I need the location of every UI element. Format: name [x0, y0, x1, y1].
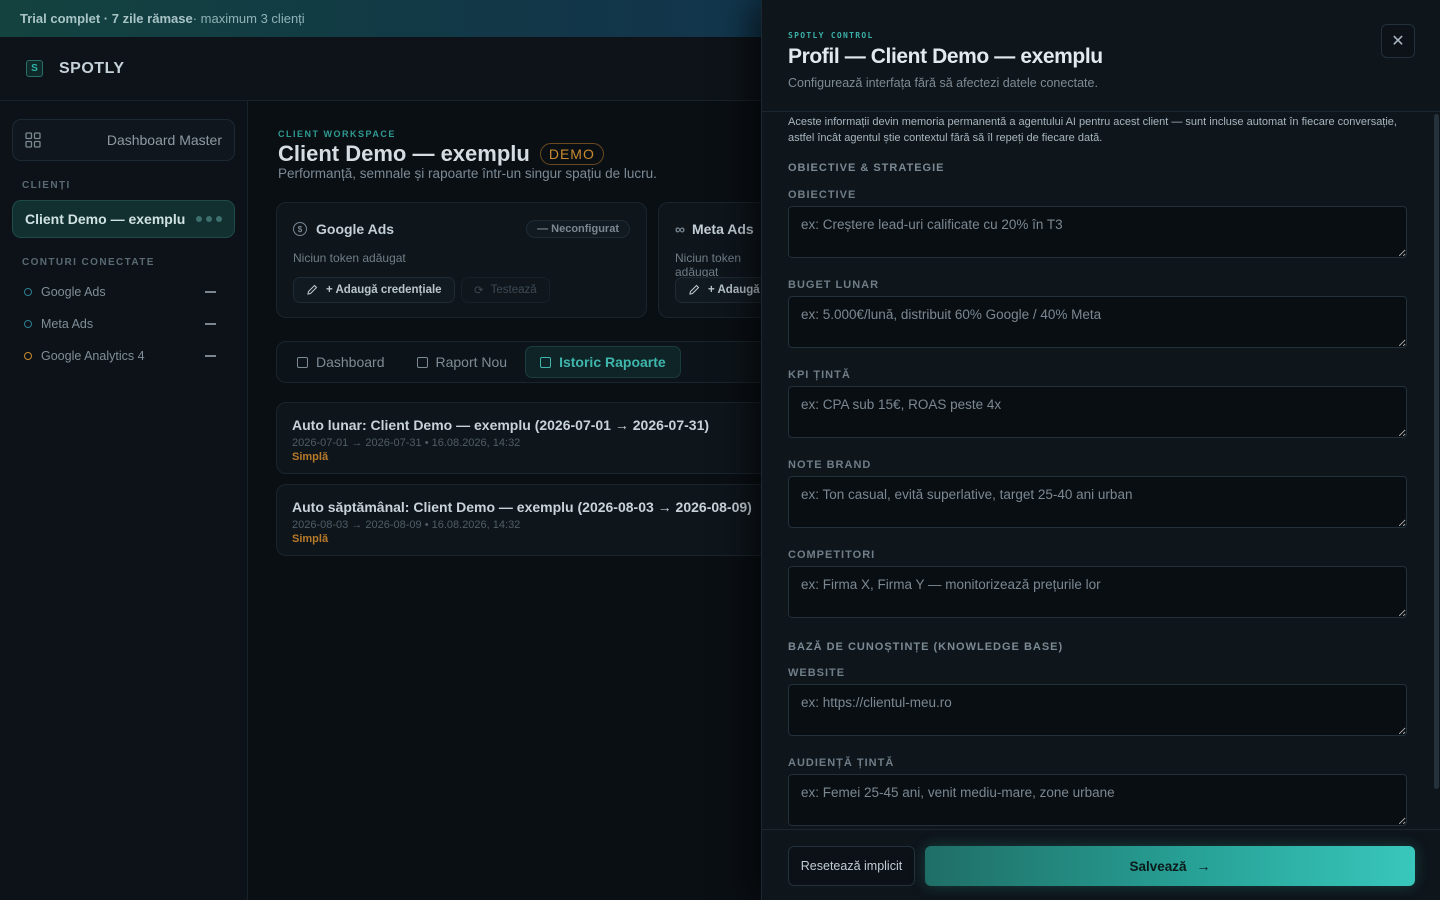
close-button[interactable]: ✕	[1381, 24, 1415, 58]
add-credentials-label: + Adaugă	[708, 284, 760, 296]
objectives-field[interactable]	[788, 206, 1407, 258]
report-title: Auto săptămânal: Client Demo — exemplu (…	[292, 499, 752, 515]
grid-icon	[25, 132, 41, 148]
tab-dashboard[interactable]: Dashboard	[283, 346, 399, 378]
account-label: Google Ads	[41, 285, 106, 299]
account-google-analytics[interactable]: Google Analytics 4	[24, 346, 216, 366]
archive-icon	[540, 356, 552, 368]
more-options-icon[interactable]	[196, 216, 222, 222]
drawer-subtitle: Configurează interfața fără să afectezi …	[788, 76, 1098, 90]
account-meta-ads[interactable]: Meta Ads	[24, 314, 216, 334]
document-icon	[416, 356, 428, 368]
card-header: ∞ Meta Ads	[675, 221, 754, 237]
account-label: Google Analytics 4	[41, 349, 145, 363]
logo-icon[interactable]: S	[26, 60, 43, 77]
report-type: Simplă	[292, 451, 329, 463]
workspace-title: Client Demo — exemplu	[278, 141, 530, 166]
status-badge: — Neconfigurat	[526, 220, 630, 238]
sidebar-item-client-demo[interactable]: Client Demo — exemplu	[12, 200, 235, 238]
arrow-right-icon: →	[1196, 858, 1211, 874]
trial-limit: · maximum 3 clienți	[192, 11, 305, 26]
meta-ads-card: ∞ Meta Ads Niciun token adăugat + Adaugă	[658, 202, 778, 318]
kpi-field[interactable]	[788, 386, 1407, 438]
status-dot-icon	[24, 320, 32, 328]
card-header: $ Google Ads	[293, 221, 394, 237]
dashboard-master-button[interactable]: Dashboard Master	[12, 119, 235, 161]
card-subtitle: Niciun token adăugat	[293, 251, 406, 265]
drawer-eyebrow: SPOTLY CONTROL	[788, 31, 874, 40]
profile-drawer: SPOTLY CONTROL Profil — Client Demo — ex…	[761, 0, 1440, 900]
google-ads-card: $ Google Ads — Neconfigurat Niciun token…	[276, 202, 647, 318]
tab-new-report[interactable]: Raport Nou	[403, 346, 522, 378]
save-label: Salvează	[1129, 858, 1187, 874]
competitors-label: COMPETITORI	[788, 549, 876, 561]
tab-label: Istoric Rapoarte	[559, 354, 666, 370]
budget-field[interactable]	[788, 296, 1407, 348]
add-credentials-button[interactable]: + Adaugă	[675, 277, 773, 303]
tab-label: Raport Nou	[435, 354, 508, 370]
objectives-label: OBIECTIVE	[788, 189, 857, 201]
save-button[interactable]: Salvează →	[925, 846, 1415, 886]
refresh-icon: ⟳	[474, 285, 484, 297]
client-name: Client Demo — exemplu	[25, 211, 186, 227]
add-credentials-button[interactable]: + Adaugă credențiale	[293, 277, 455, 303]
drawer-title: Profil — Client Demo — exemplu	[788, 45, 1103, 68]
website-label: WEBSITE	[788, 667, 846, 679]
kpi-label: KPI ȚINTĂ	[788, 369, 851, 381]
drawer-intro: Aceste informații devin memoria permanen…	[788, 116, 1397, 144]
disconnected-icon	[205, 355, 216, 357]
drawer-footer: Resetează implicit Salvează →	[762, 830, 1440, 900]
tab-report-history[interactable]: Istoric Rapoarte	[525, 346, 681, 378]
account-label: Meta Ads	[41, 317, 94, 331]
card-title: Meta Ads	[691, 221, 754, 237]
scrollbar[interactable]	[1434, 114, 1439, 789]
workspace-subtitle: Performanță, semnale și rapoarte într-un…	[278, 166, 657, 181]
status-dot-icon	[24, 288, 32, 296]
audience-label: AUDIENȚĂ ȚINTĂ	[788, 757, 895, 769]
infinity-icon: ∞	[675, 221, 685, 237]
status-dot-icon	[24, 352, 32, 360]
card-title: Google Ads	[316, 221, 395, 237]
page-title: Client Demo — exemplu DEMO	[278, 141, 604, 167]
audience-field[interactable]	[788, 774, 1407, 826]
pencil-icon	[689, 284, 700, 295]
disconnected-icon	[205, 323, 216, 325]
report-title: Auto lunar: Client Demo — exemplu (2026-…	[292, 417, 710, 433]
disconnected-icon	[205, 291, 216, 293]
report-meta: 2026-08-03 → 2026-08-09 • 16.08.2026, 14…	[292, 519, 521, 531]
grid-icon	[297, 356, 308, 368]
add-credentials-label: + Adaugă credențiale	[326, 284, 442, 296]
account-google-ads[interactable]: Google Ads	[24, 282, 216, 302]
dashboard-master-label: Dashboard Master	[106, 132, 222, 148]
close-icon: ✕	[1391, 33, 1405, 50]
app-name: SPOTLY	[59, 59, 125, 77]
drawer-body[interactable]: Aceste informații devin memoria permanen…	[762, 111, 1440, 830]
section-objectives-strategy: OBIECTIVE & STRATEGIE	[788, 162, 945, 174]
sidebar: Dashboard Master CLIENȚI Client Demo — e…	[0, 101, 248, 900]
budget-label: BUGET LUNAR	[788, 279, 880, 291]
test-button[interactable]: ⟳ Testează	[461, 277, 550, 303]
demo-badge: DEMO	[539, 143, 604, 165]
report-meta: 2026-07-01 → 2026-07-31 • 16.08.2026, 14…	[292, 437, 521, 449]
tab-label: Dashboard	[316, 354, 385, 370]
reset-default-button[interactable]: Resetează implicit	[788, 846, 915, 886]
dollar-icon: $	[293, 222, 307, 236]
accounts-section-label: CONTURI CONECTATE	[22, 257, 155, 268]
competitors-field[interactable]	[788, 566, 1407, 618]
test-label: Testează	[490, 284, 537, 296]
section-knowledge-base: BAZĂ DE CUNOȘTINȚE (KNOWLEDGE BASE)	[788, 641, 1064, 653]
trial-status: Trial complet · 7 zile rămase	[20, 11, 193, 26]
report-type: Simplă	[292, 533, 329, 545]
pencil-icon	[307, 284, 318, 295]
workspace-eyebrow: CLIENT WORKSPACE	[278, 129, 396, 139]
brand-notes-field[interactable]	[788, 476, 1407, 528]
website-field[interactable]	[788, 684, 1407, 736]
clients-section-label: CLIENȚI	[22, 180, 71, 191]
brand-notes-label: NOTE BRAND	[788, 459, 872, 471]
